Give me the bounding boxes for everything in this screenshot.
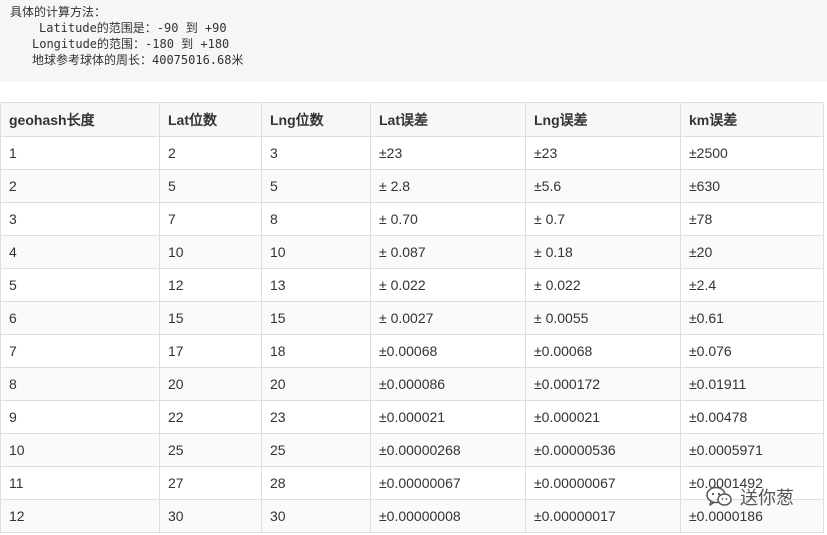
- watermark-text: 送你葱: [740, 488, 794, 509]
- cell-lat-bits: 10: [159, 235, 262, 269]
- cell-geohash-length: 7: [0, 334, 160, 368]
- cell-lng-error: ± 0.022: [525, 268, 681, 302]
- cell-lng-error: ± 0.18: [525, 235, 681, 269]
- table-row: 11 27 28 ±0.00000067 ±0.00000067 ±0.0001492: [0, 466, 824, 500]
- cell-lat-error: ± 0.0027: [370, 301, 526, 335]
- cell-lat-bits: 12: [159, 268, 262, 302]
- table-header-row: geohash长度 Lat位数 Lng位数 Lat误差 Lng误差 km误差: [0, 102, 824, 137]
- cell-lat-bits: 22: [159, 400, 262, 434]
- cell-lat-error: ±0.00068: [370, 334, 526, 368]
- cell-geohash-length: 2: [0, 169, 160, 203]
- table-row: 3 7 8 ± 0.70 ± 0.7 ±78: [0, 202, 824, 236]
- cell-lng-error: ±0.000172: [525, 367, 681, 401]
- table-row: 2 5 5 ± 2.8 ±5.6 ±630: [0, 169, 824, 203]
- cell-lng-error: ±0.00068: [525, 334, 681, 368]
- cell-km-error: ±2.4: [680, 268, 824, 302]
- cell-geohash-length: 5: [0, 268, 160, 302]
- cell-km-error: ±630: [680, 169, 824, 203]
- cell-lat-error: ±0.00000067: [370, 466, 526, 500]
- cell-lat-bits: 27: [159, 466, 262, 500]
- cell-lng-error: ±0.00000067: [525, 466, 681, 500]
- cell-lng-bits: 15: [261, 301, 371, 335]
- cell-lat-error: ± 0.022: [370, 268, 526, 302]
- cell-lng-error: ± 0.0055: [525, 301, 681, 335]
- wechat-icon: [706, 486, 732, 506]
- cell-lat-error: ± 0.087: [370, 235, 526, 269]
- cell-km-error: ±0.61: [680, 301, 824, 335]
- cell-lng-bits: 13: [261, 268, 371, 302]
- table-row: 8 20 20 ±0.000086 ±0.000172 ±0.01911: [0, 367, 824, 401]
- cell-lng-error: ±23: [525, 136, 681, 170]
- cell-lng-error: ± 0.7: [525, 202, 681, 236]
- watermark: 送你葱: [706, 484, 794, 510]
- cell-lng-bits: 20: [261, 367, 371, 401]
- header-lat-bits: Lat位数: [159, 102, 262, 137]
- cell-lat-bits: 7: [159, 202, 262, 236]
- cell-lng-bits: 8: [261, 202, 371, 236]
- cell-lat-error: ±0.000086: [370, 367, 526, 401]
- cell-geohash-length: 1: [0, 136, 160, 170]
- cell-lng-error: ±0.000021: [525, 400, 681, 434]
- cell-lng-bits: 23: [261, 400, 371, 434]
- header-lng-error: Lng误差: [525, 102, 681, 137]
- cell-geohash-length: 9: [0, 400, 160, 434]
- cell-geohash-length: 12: [0, 499, 160, 533]
- cell-geohash-length: 11: [0, 466, 160, 500]
- cell-lng-error: ±0.00000017: [525, 499, 681, 533]
- cell-lng-bits: 25: [261, 433, 371, 467]
- table-row: 1 2 3 ±23 ±23 ±2500: [0, 136, 824, 170]
- cell-km-error: ±20: [680, 235, 824, 269]
- table-row: 12 30 30 ±0.00000008 ±0.00000017 ±0.0000186: [0, 499, 824, 533]
- cell-lng-bits: 28: [261, 466, 371, 500]
- cell-lat-bits: 17: [159, 334, 262, 368]
- header-lat-error: Lat误差: [370, 102, 526, 137]
- header-lng-bits: Lng位数: [261, 102, 371, 137]
- cell-geohash-length: 10: [0, 433, 160, 467]
- code-line-circumference: 地球参考球体的周长：40075016.68米: [32, 53, 244, 67]
- table-row: 9 22 23 ±0.000021 ±0.000021 ±0.00478: [0, 400, 824, 434]
- cell-lat-bits: 5: [159, 169, 262, 203]
- cell-geohash-length: 8: [0, 367, 160, 401]
- cell-lat-error: ±0.00000268: [370, 433, 526, 467]
- cell-lng-bits: 3: [261, 136, 371, 170]
- table-row: 6 15 15 ± 0.0027 ± 0.0055 ±0.61: [0, 301, 824, 335]
- table-row: 4 10 10 ± 0.087 ± 0.18 ±20: [0, 235, 824, 269]
- cell-lat-error: ±23: [370, 136, 526, 170]
- cell-lng-error: ±0.00000536: [525, 433, 681, 467]
- code-line-method: 具体的计算方法：: [10, 5, 107, 19]
- cell-lng-bits: 18: [261, 334, 371, 368]
- cell-km-error: ±0.076: [680, 334, 824, 368]
- code-line-latitude: Latitude的范围是：-90 到 +90: [39, 21, 227, 35]
- cell-lng-bits: 30: [261, 499, 371, 533]
- cell-lat-bits: 30: [159, 499, 262, 533]
- cell-lng-bits: 5: [261, 169, 371, 203]
- cell-lat-error: ±0.000021: [370, 400, 526, 434]
- cell-km-error: ±0.0005971: [680, 433, 824, 467]
- cell-lat-bits: 15: [159, 301, 262, 335]
- code-line-longitude: Longitude的范围：-180 到 +180: [32, 37, 230, 51]
- header-km-error: km误差: [680, 102, 824, 137]
- cell-km-error: ±78: [680, 202, 824, 236]
- cell-geohash-length: 4: [0, 235, 160, 269]
- cell-lat-error: ± 2.8: [370, 169, 526, 203]
- table-row: 10 25 25 ±0.00000268 ±0.00000536 ±0.0005971: [0, 433, 824, 467]
- cell-lat-error: ±0.00000008: [370, 499, 526, 533]
- header-geohash-length: geohash长度: [0, 102, 160, 137]
- geohash-precision-table: geohash长度 Lat位数 Lng位数 Lat误差 Lng误差 km误差 1…: [0, 102, 824, 533]
- cell-lat-bits: 20: [159, 367, 262, 401]
- cell-lat-error: ± 0.70: [370, 202, 526, 236]
- cell-geohash-length: 3: [0, 202, 160, 236]
- table-row: 5 12 13 ± 0.022 ± 0.022 ±2.4: [0, 268, 824, 302]
- cell-lng-error: ±5.6: [525, 169, 681, 203]
- cell-km-error: ±0.01911: [680, 367, 824, 401]
- cell-lng-bits: 10: [261, 235, 371, 269]
- cell-km-error: ±2500: [680, 136, 824, 170]
- cell-km-error: ±0.00478: [680, 400, 824, 434]
- code-block: 具体的计算方法： Latitude的范围是：-90 到 +90 Longitud…: [0, 0, 827, 82]
- cell-lat-bits: 2: [159, 136, 262, 170]
- cell-geohash-length: 6: [0, 301, 160, 335]
- table-row: 7 17 18 ±0.00068 ±0.00068 ±0.076: [0, 334, 824, 368]
- cell-lat-bits: 25: [159, 433, 262, 467]
